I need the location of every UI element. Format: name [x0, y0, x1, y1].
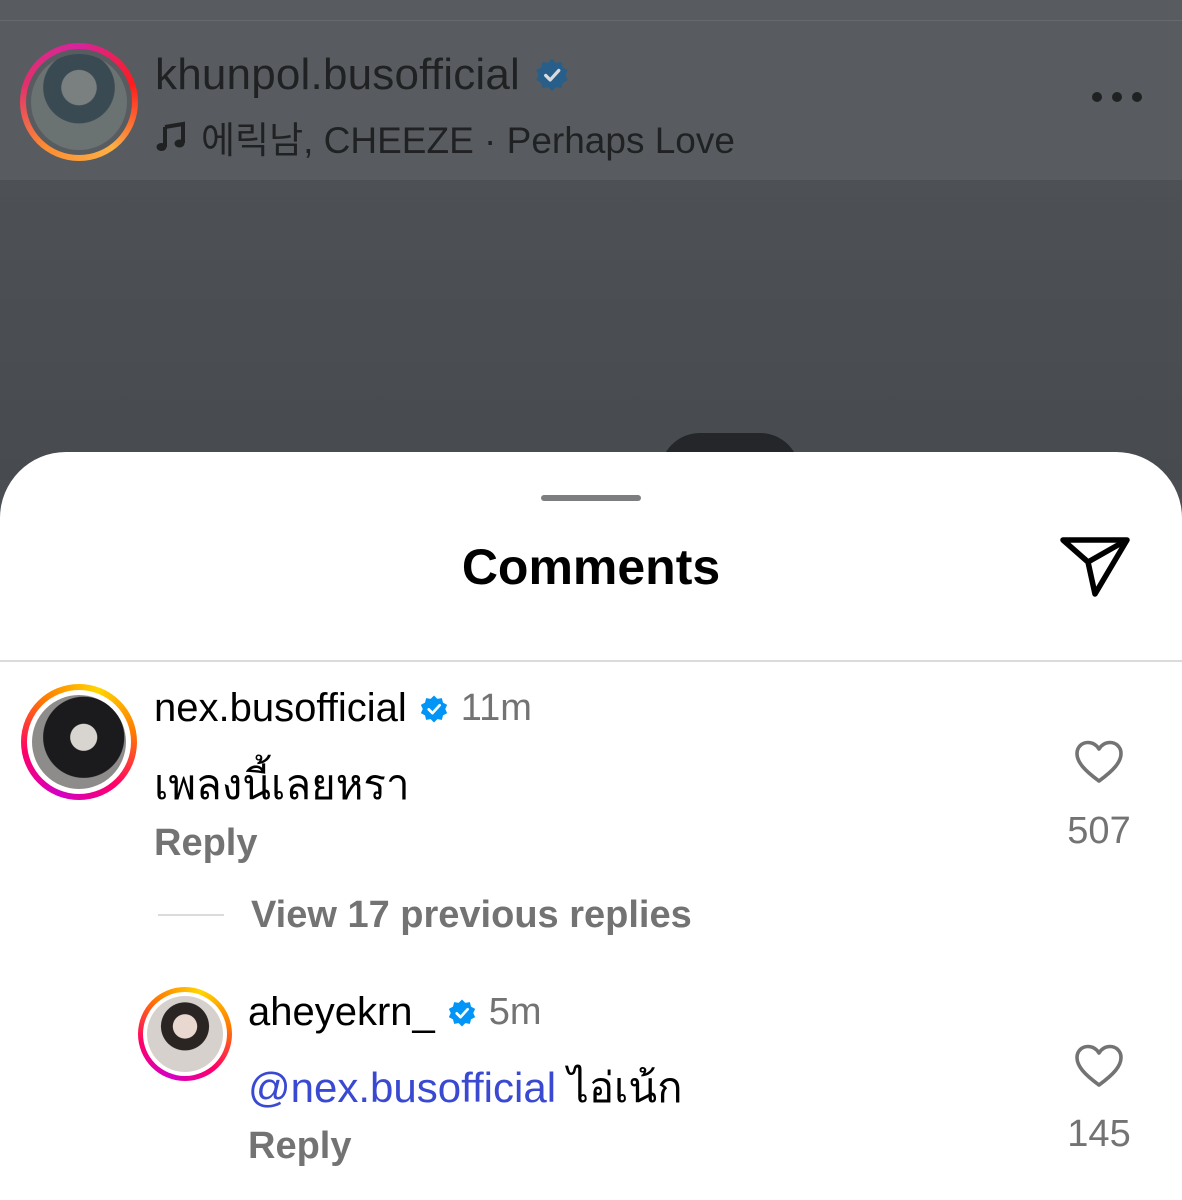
header-divider	[0, 660, 1182, 662]
comment-text: @nex.busofficial ไอ่เน้ก	[248, 1055, 683, 1121]
story-photo	[0, 180, 1182, 480]
comment-text: เพลงนี้เลยหรา	[154, 761, 410, 808]
verified-badge-icon	[536, 58, 568, 92]
comment-username[interactable]: nex.busofficial	[154, 686, 407, 731]
heart-icon[interactable]	[1074, 1044, 1124, 1088]
comment-time: 5m	[488, 991, 542, 1033]
sheet-drag-handle[interactable]	[541, 495, 641, 501]
send-icon[interactable]	[1058, 532, 1132, 598]
reply-button[interactable]: Reply	[248, 1125, 351, 1168]
avatar-image	[147, 996, 223, 1072]
avatar[interactable]	[138, 987, 232, 1081]
comment-time: 11m	[460, 687, 532, 729]
story-music-label: 에릭남, CHEEZE · Perhaps Love	[201, 120, 735, 161]
verified-badge-icon	[420, 695, 447, 722]
replies-divider	[158, 914, 224, 916]
story-username[interactable]: khunpol.busofficial	[155, 50, 520, 100]
more-horizontal-icon[interactable]	[1092, 92, 1142, 106]
avatar-image	[32, 695, 126, 789]
view-previous-replies-button[interactable]: View 17 previous replies	[251, 894, 692, 937]
comments-title: Comments	[461, 539, 721, 595]
story-progress-bar	[0, 20, 1182, 21]
like-count: 145	[1067, 1113, 1131, 1155]
story-music-row[interactable]: 에릭남, CHEEZE · Perhaps Love	[155, 110, 735, 164]
avatar[interactable]	[21, 684, 137, 800]
music-note-icon	[156, 121, 185, 151]
verified-badge-icon	[448, 999, 475, 1026]
story-user-avatar-image	[31, 54, 127, 150]
mention-link[interactable]: @nex.busofficial	[248, 1064, 556, 1111]
comment-header: aheyekrn_ 5m	[248, 990, 542, 1035]
like-count: 507	[1067, 810, 1131, 852]
comment-body: ไอ่เน้ก	[567, 1064, 683, 1111]
story-user-avatar[interactable]	[20, 43, 138, 161]
comments-sheet: Comments nex.busofficial 11m เพลงนี้เลยห…	[0, 452, 1182, 1200]
heart-icon[interactable]	[1074, 740, 1124, 784]
comment-header: nex.busofficial 11m	[154, 686, 532, 731]
comment-username[interactable]: aheyekrn_	[248, 990, 435, 1035]
story-username-row[interactable]: khunpol.busofficial	[155, 50, 570, 100]
reply-button[interactable]: Reply	[154, 822, 257, 865]
